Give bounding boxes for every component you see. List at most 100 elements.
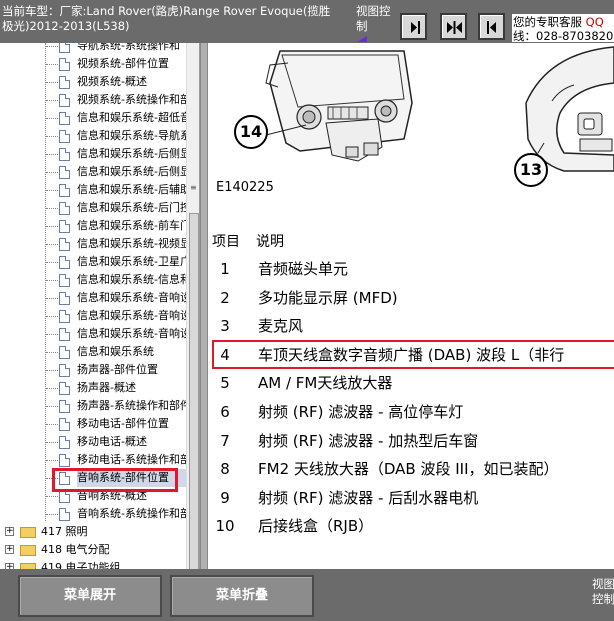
document-icon [59,400,70,413]
document-icon [59,364,70,377]
expand-plus-icon[interactable]: + [5,527,14,536]
tree-item[interactable]: 扬声器-部件位置 [0,361,186,379]
tree-connector [46,172,58,173]
tree-connector [46,352,58,353]
tree-item[interactable]: 移动电话-部件位置 [0,415,186,433]
legend-row: 5 AM / FM天线放大器 [208,371,614,395]
tree-item[interactable]: 信息和娱乐系统 [0,343,186,361]
tree-item[interactable]: 视频系统-概述 [0,73,186,91]
legend-item-number: 5 [220,374,230,392]
document-view: 14 13 E140225 项目 说明 1 音频磁头单元 2 多功能显示屏 (MFD) 3… [208,43,614,569]
tree-item[interactable]: 导航系统-系统操作和 [0,43,186,55]
tree-folder[interactable]: +419 电子功能组 [0,559,186,569]
scroll-grip-icon: ≡ [190,183,197,192]
tree-item-label: 信息和娱乐系统-音响设 [77,327,186,340]
tree-connector [46,100,58,101]
tree-item-label: 信息和娱乐系统-音响设 [77,309,186,322]
tree-connector [46,460,58,461]
tree-item[interactable]: 信息和娱乐系统-视频显 [0,235,186,253]
tree-item-label: 视频系统-系统操作和部 [77,93,186,106]
tree-item[interactable]: 信息和娱乐系统-导航系 [0,127,186,145]
selected-item-highlight [52,468,178,492]
menu-expand-button[interactable]: 菜单展开 [18,575,162,617]
tree-connector [46,406,58,407]
legend-row: 4 车顶天线盒数字音频广播 (DAB) 波段 L（非行 [208,343,614,367]
tree-item[interactable]: 音响系统-系统操作和部 [0,505,186,523]
tree-connector [46,442,58,443]
tree-item[interactable]: 视频系统-系统操作和部 [0,91,186,109]
tree-connector [46,244,58,245]
menu-collapse-button[interactable]: 菜单折叠 [170,575,314,617]
document-icon [59,220,70,233]
tree-connector [46,280,58,281]
tree-connector [46,262,58,263]
component-figure: 14 13 E140225 [208,43,614,233]
nav-expand-left-button[interactable] [478,13,505,40]
tree-item-label: 视频系统-概述 [77,75,147,88]
tree-connector [46,46,58,47]
nav-collapse-left-button[interactable] [400,13,427,40]
tree-item-label: 导航系统-系统操作和 [77,43,180,52]
document-icon [59,166,70,179]
tree-connector [46,298,58,299]
document-icon [59,58,70,71]
tree-item[interactable]: 信息和娱乐系统-后侧显 [0,145,186,163]
tree-item[interactable]: 信息和娱乐系统-音响设 [0,325,186,343]
tree-item[interactable]: 移动电话-系统操作和部 [0,451,186,469]
legend-row: 9 射频 (RF) 滤波器 - 后刮水器电机 [208,486,614,510]
bottom-bar: 菜单展开 菜单折叠 视图控制 [0,569,614,621]
tree-folder[interactable]: +417 照明 [0,523,186,541]
tree-item[interactable]: 信息和娱乐系统-后辅助 [0,181,186,199]
tree-scrollbar[interactable]: ≡ [186,43,199,569]
tree-scroll-thumb[interactable] [189,213,199,569]
tree-item-label: 信息和娱乐系统-后辅助 [77,183,186,196]
view-control-bottom-link[interactable]: 视图控制 [592,577,614,607]
tree-connector [46,64,58,65]
tree-item[interactable]: 信息和娱乐系统-前车门 [0,217,186,235]
legend-item-number: 8 [220,460,230,478]
tree-connector [46,370,58,371]
tree-item[interactable]: 信息和娱乐系统-后侧显 [0,163,186,181]
legend-item-description: 射频 (RF) 滤波器 - 加热型后车窗 [258,432,479,450]
tree-item[interactable]: 移动电话-概述 [0,433,186,451]
tree-item[interactable]: 信息和娱乐系统-信息和 [0,271,186,289]
tree-item[interactable]: 扬声器-系统操作和部件 [0,397,186,415]
figure-id: E140225 [216,180,274,195]
document-icon [59,382,70,395]
tree-connector [46,118,58,119]
vehicle-line-2: 极光)2012-2013(L538) [2,19,130,33]
view-control-link[interactable]: 视图控制 [356,4,392,34]
legend-item-description: 后接线盒（RJB） [258,517,374,535]
tree-item[interactable]: 信息和娱乐系统-卫星广 [0,253,186,271]
panel-splitter[interactable] [200,43,208,569]
document-icon [59,184,70,197]
document-icon [59,148,70,161]
tree-connector [46,334,58,335]
legend-item-description: 车顶天线盒数字音频广播 (DAB) 波段 L（非行 [258,346,565,364]
legend-header: 项目 说明 [212,231,300,251]
vehicle-line-1: 当前车型：厂家:Land Rover(路虎)Range Rover Evoque… [2,4,331,18]
legend-item-description: 麦克风 [258,317,304,335]
document-icon [59,43,70,53]
expand-plus-icon[interactable]: + [5,545,14,554]
tree-item-label: 扬声器-部件位置 [77,363,158,376]
legend-item-description: 多功能显示屏 (MFD) [258,289,398,307]
tree-folder[interactable]: +418 电气分配 [0,541,186,559]
folder-icon [20,545,36,556]
tree-item[interactable]: 信息和娱乐系统-音响设 [0,307,186,325]
tree-item[interactable]: 信息和娱乐系统-后门控 [0,199,186,217]
document-icon [59,256,70,269]
tree-item[interactable]: 信息和娱乐系统-超低音 [0,109,186,127]
tree-connector [46,388,58,389]
tree-item[interactable]: 信息和娱乐系统-音响设 [0,289,186,307]
nav-center-button[interactable] [440,13,467,40]
tree-item[interactable]: 扬声器-概述 [0,379,186,397]
tree-connector [46,154,58,155]
tree-connector [46,424,58,425]
legend-item-description: FM2 天线放大器（DAB 波段 III，如已装配） [258,460,559,478]
tree-item[interactable]: 视频系统-部件位置 [0,55,186,73]
legend-row: 2 多功能显示屏 (MFD) [208,286,614,310]
support-phone: 线：028-8703820 [513,29,614,42]
support-qq-link[interactable]: QQ [586,15,604,29]
document-icon [59,130,70,143]
